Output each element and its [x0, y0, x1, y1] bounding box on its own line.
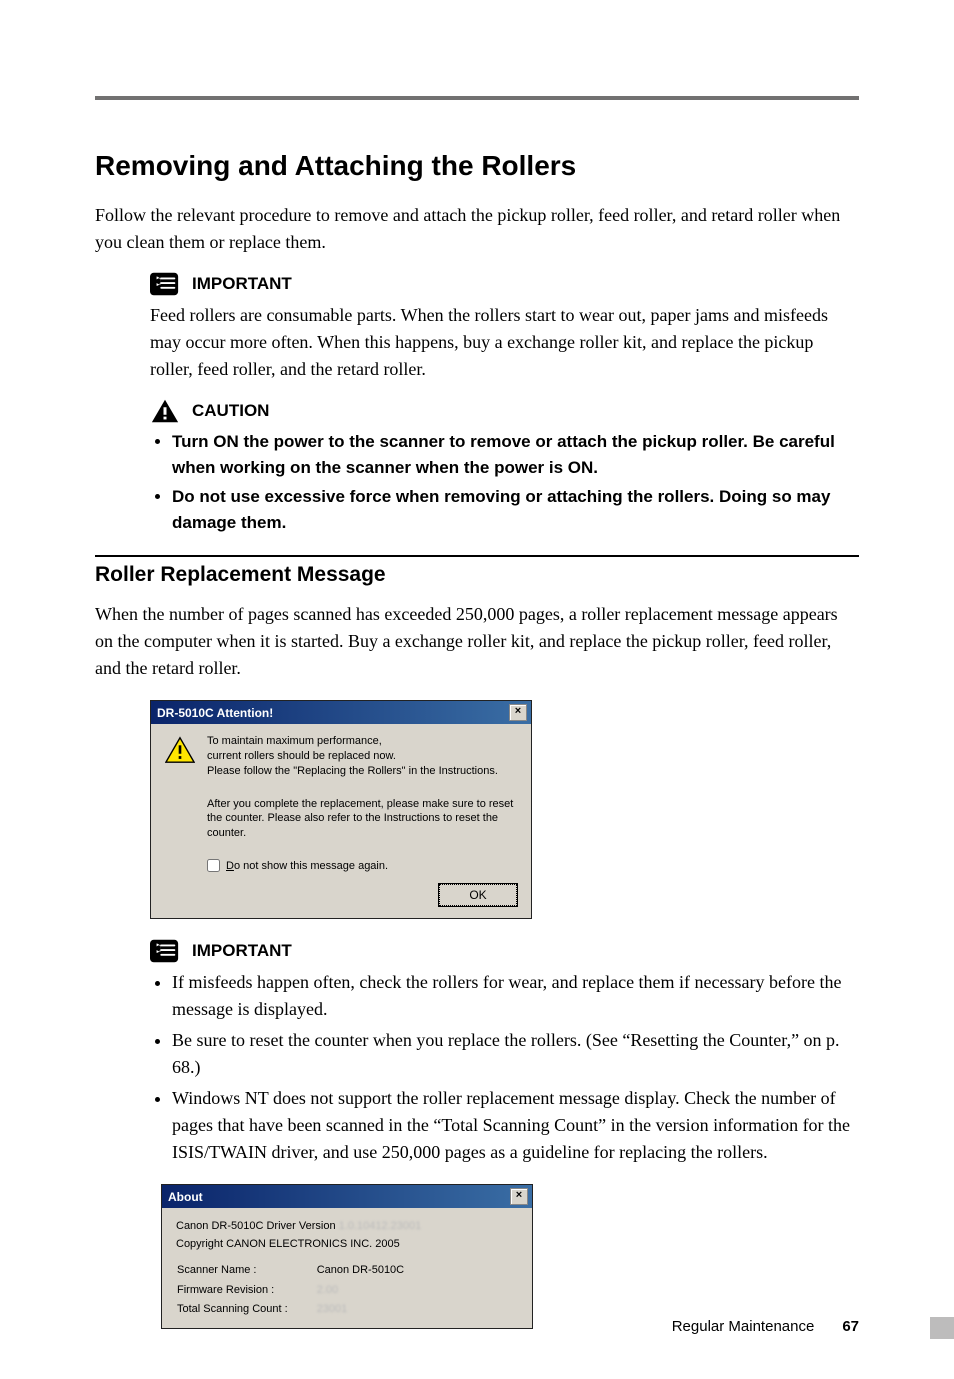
caution-block: CAUTION Turn ON the power to the scanner… [150, 397, 859, 535]
caution-list: Turn ON the power to the scanner to remo… [150, 429, 859, 535]
caution-label: CAUTION [192, 401, 269, 421]
caution-item: Do not use excessive force when removing… [172, 484, 859, 535]
close-button[interactable]: × [509, 704, 527, 721]
dialog-checkbox-row: Do not show this message again. [207, 859, 517, 872]
about-value: Canon DR-5010C [316, 1261, 405, 1281]
caution-icon [150, 397, 180, 425]
about-key: Firmware Revision : [176, 1281, 316, 1301]
about-key: Scanner Name : [176, 1261, 316, 1281]
dialog-title: DR-5010C Attention! [157, 706, 273, 720]
section-title: Removing and Attaching the Rollers [95, 150, 859, 182]
about-line-1: Canon DR-5010C Driver Version 1.0.10412.… [176, 1218, 518, 1236]
important-header: IMPORTANT [150, 270, 859, 298]
footer-page-number: 67 [842, 1318, 859, 1335]
dialog-message-2: After you complete the replacement, plea… [207, 797, 517, 842]
about-key: Total Scanning Count : [176, 1300, 316, 1320]
page: Removing and Attaching the Rollers Follo… [0, 0, 954, 1379]
important-item: Windows NT does not support the roller r… [172, 1085, 859, 1166]
footer-chapter: Regular Maintenance [672, 1318, 815, 1335]
about-value: 23001 [316, 1300, 405, 1320]
about-table: Scanner Name : Canon DR-5010C Firmware R… [176, 1261, 405, 1320]
dialog-button-row: OK [165, 884, 517, 906]
table-row: Firmware Revision : 2.00 [176, 1281, 405, 1301]
do-not-show-checkbox[interactable] [207, 859, 220, 872]
dialog-msg-line: To maintain maximum performance, [207, 735, 382, 747]
important-label-2: IMPORTANT [192, 941, 292, 961]
table-row: Scanner Name : Canon DR-5010C [176, 1261, 405, 1281]
dialog-content: To maintain maximum performance, current… [151, 724, 531, 918]
about-titlebar: About × [162, 1185, 532, 1208]
side-tab [930, 1317, 954, 1339]
important-header-2: IMPORTANT [150, 937, 859, 965]
important-text-1: Feed rollers are consumable parts. When … [150, 302, 859, 383]
dialog-msg-line: current rollers should be replaced now. [207, 750, 396, 762]
important-block-1: IMPORTANT Feed rollers are consumable pa… [150, 270, 859, 383]
subsection-intro: When the number of pages scanned has exc… [95, 601, 859, 682]
page-footer: Regular Maintenance 67 [672, 1318, 859, 1335]
about-content: Canon DR-5010C Driver Version 1.0.10412.… [162, 1208, 532, 1328]
about-dialog: About × Canon DR-5010C Driver Version 1.… [161, 1184, 533, 1329]
important-icon [150, 270, 180, 298]
attention-dialog: DR-5010C Attention! × To maintain maximu… [150, 700, 532, 919]
do-not-show-label[interactable]: Do not show this message again. [226, 860, 388, 872]
caution-item: Turn ON the power to the scanner to remo… [172, 429, 859, 480]
about-line-2: Copyright CANON ELECTRONICS INC. 2005 [176, 1236, 518, 1254]
subsection-rule [95, 555, 859, 557]
close-button[interactable]: × [510, 1188, 528, 1205]
important-label: IMPORTANT [192, 274, 292, 294]
dialog-message-1: To maintain maximum performance, current… [207, 734, 498, 779]
subsection-title: Roller Replacement Message [95, 563, 859, 587]
intro-paragraph: Follow the relevant procedure to remove … [95, 202, 859, 256]
dialog-titlebar: DR-5010C Attention! × [151, 701, 531, 724]
caution-header: CAUTION [150, 397, 859, 425]
important-icon [150, 937, 180, 965]
table-row: Total Scanning Count : 23001 [176, 1300, 405, 1320]
important-item: Be sure to reset the counter when you re… [172, 1027, 859, 1081]
important-list-2: If misfeeds happen often, check the roll… [150, 969, 859, 1166]
about-value: 2.00 [316, 1281, 405, 1301]
warning-icon [165, 736, 195, 764]
ok-button[interactable]: OK [439, 884, 517, 906]
top-rule [95, 96, 859, 100]
dialog-msg-line: Please follow the "Replacing the Rollers… [207, 765, 498, 777]
important-block-2: IMPORTANT If misfeeds happen often, chec… [150, 937, 859, 1166]
about-title: About [168, 1190, 203, 1204]
important-item: If misfeeds happen often, check the roll… [172, 969, 859, 1023]
